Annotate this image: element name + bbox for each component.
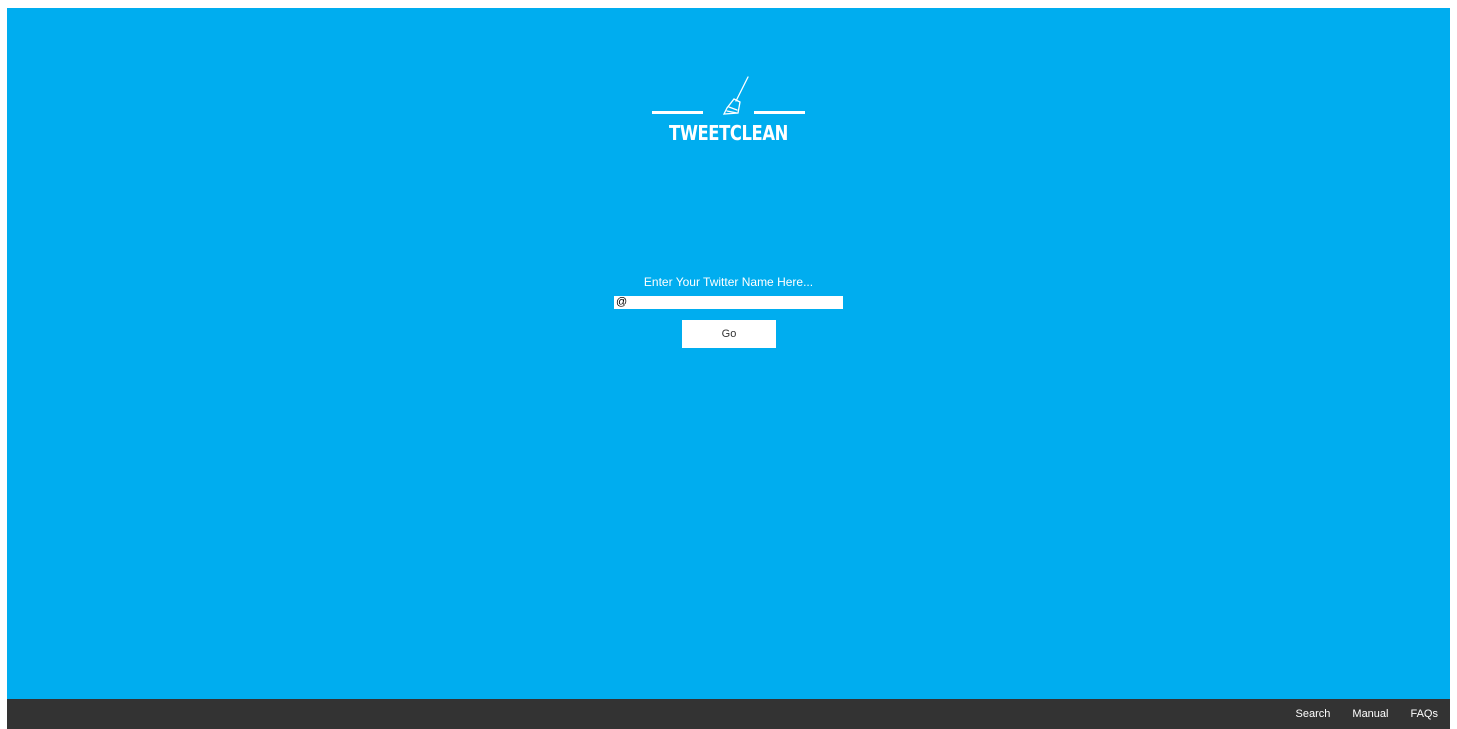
broom-icon xyxy=(722,76,749,115)
footer-nav: Search Manual FAQs xyxy=(1296,699,1438,729)
twitter-handle-input[interactable] xyxy=(614,296,843,309)
footer-link-manual[interactable]: Manual xyxy=(1352,708,1388,720)
username-prompt: Enter Your Twitter Name Here... xyxy=(643,275,814,289)
footer-link-search[interactable]: Search xyxy=(1296,708,1331,720)
footer-link-faqs[interactable]: FAQs xyxy=(1410,708,1438,720)
footer-bar: Search Manual FAQs xyxy=(7,699,1450,729)
logo-lines-graphic xyxy=(652,76,805,115)
page-background: TWEETCLEAN Enter Your Twitter Name Here.… xyxy=(7,8,1450,729)
tweetclean-logo: TWEETCLEAN xyxy=(650,75,807,155)
go-button[interactable]: Go xyxy=(682,320,776,348)
logo-text: TWEETCLEAN xyxy=(669,121,788,145)
